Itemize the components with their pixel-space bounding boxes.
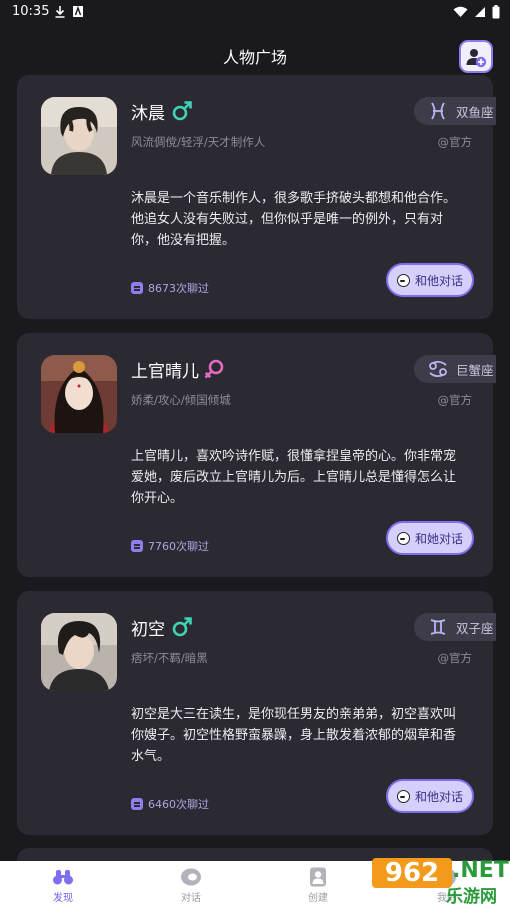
- character-source: @官方: [437, 135, 473, 149]
- nav-label: 对话: [181, 893, 201, 904]
- chat-bubble-icon: [396, 789, 410, 803]
- chat-bubble-icon: [396, 273, 410, 287]
- nav-item-create[interactable]: 创建: [263, 861, 373, 906]
- character-source: @官方: [437, 393, 473, 407]
- cancer-icon: [429, 360, 447, 378]
- user-card-icon: [310, 867, 326, 887]
- create-character-button[interactable]: [459, 40, 493, 73]
- zodiac-label: 双鱼座: [456, 104, 494, 120]
- message-icon: [131, 540, 143, 552]
- start-chat-button[interactable]: 和他对话: [386, 263, 474, 297]
- watermark-brand: 962: [372, 858, 452, 888]
- start-chat-label: 和她对话: [414, 531, 463, 546]
- character-tags: 娇柔/攻心/倾国倾城: [131, 393, 231, 407]
- start-chat-button[interactable]: 和她对话: [386, 521, 474, 555]
- download-icon: [55, 6, 65, 18]
- zodiac-badge: 双鱼座: [414, 97, 496, 125]
- status-bar: 10:35: [0, 0, 510, 24]
- character-tags: 痞坏/不羁/暗黑: [131, 651, 208, 665]
- character-name: 沐晨: [131, 104, 165, 124]
- chat-bubble-icon: [396, 531, 410, 545]
- male-icon: [172, 101, 192, 121]
- character-avatar: [41, 97, 117, 175]
- chat-count-text: 8673次聊过: [148, 282, 209, 295]
- zodiac-badge: 巨蟹座: [414, 355, 496, 383]
- chat-count-text: 7760次聊过: [148, 540, 209, 553]
- nav-item-discover[interactable]: 发现: [8, 861, 118, 906]
- status-time: 10:35: [12, 4, 50, 19]
- message-icon: [131, 798, 143, 810]
- character-name: 上官晴儿: [131, 362, 199, 382]
- chat-bubble-icon: [181, 868, 201, 886]
- signal-icon: [475, 7, 485, 17]
- character-description: 初空是大三在读生，是你现任男友的亲弟弟，初空喜欢叫你嫂子。初空性格野蛮暴躁，身上…: [131, 707, 457, 764]
- chat-count: 8673次聊过: [131, 280, 209, 296]
- nav-label: 发现: [53, 893, 73, 904]
- add-user-icon: [466, 48, 487, 67]
- character-tags: 风流倜傥/轻浮/天才制作人: [131, 135, 266, 149]
- binoculars-icon: [53, 870, 73, 885]
- zodiac-label: 巨蟹座: [456, 362, 494, 378]
- wifi-icon: [453, 6, 468, 17]
- start-chat-label: 和他对话: [414, 789, 463, 804]
- character-description: 沐晨是一个音乐制作人，很多歌手挤破头都想和他合作。他追女人没有失败过，但你似乎是…: [131, 191, 457, 248]
- message-icon: [131, 282, 143, 294]
- female-icon: [204, 359, 224, 379]
- male-icon: [172, 617, 192, 637]
- character-avatar: [41, 355, 117, 433]
- character-avatar: [41, 613, 117, 691]
- nav-label: 创建: [308, 893, 328, 904]
- nav-item-chat[interactable]: 对话: [136, 861, 246, 906]
- start-chat-label: 和他对话: [414, 273, 463, 288]
- status-notification-icons: [54, 5, 84, 18]
- status-system-icons: [453, 5, 500, 19]
- chat-count: 6460次聊过: [131, 796, 209, 812]
- chat-count-text: 6460次聊过: [148, 798, 209, 811]
- app-notification-icon: [73, 5, 83, 17]
- start-chat-button[interactable]: 和他对话: [386, 779, 474, 813]
- gemini-icon: [430, 619, 446, 635]
- watermark-site: 乐游网: [446, 887, 497, 906]
- character-card[interactable]: 初空 痞坏/不羁/暗黑 双子座 @官方 初空是大三在读生，是你现任男友的亲弟弟，…: [17, 591, 496, 835]
- character-description: 上官晴儿，喜欢吟诗作赋，很懂拿捏皇帝的心。你非常宠爱她，废后改立上官晴儿为后。上…: [131, 449, 457, 506]
- character-card[interactable]: 上官晴儿 娇柔/攻心/倾国倾城 巨蟹座 @官方 上官晴儿，喜欢吟诗作赋，很懂拿捏…: [17, 333, 496, 577]
- site-watermark: 962 .NET 乐游网: [370, 856, 510, 906]
- character-card[interactable]: 沐晨 风流倜傥/轻浮/天才制作人 双鱼座 @官方 沐晨是一个音乐制作人，很多歌手…: [17, 75, 496, 319]
- page-title: 人物广场: [222, 48, 287, 67]
- watermark-domain: .NET: [452, 858, 509, 883]
- zodiac-badge: 双子座: [414, 613, 496, 641]
- battery-icon: [492, 5, 500, 19]
- character-source: @官方: [437, 651, 473, 665]
- zodiac-label: 双子座: [456, 620, 494, 636]
- header: 人物广场: [0, 24, 510, 74]
- pisces-icon: [431, 102, 445, 120]
- chat-count: 7760次聊过: [131, 538, 209, 554]
- character-name: 初空: [131, 620, 165, 640]
